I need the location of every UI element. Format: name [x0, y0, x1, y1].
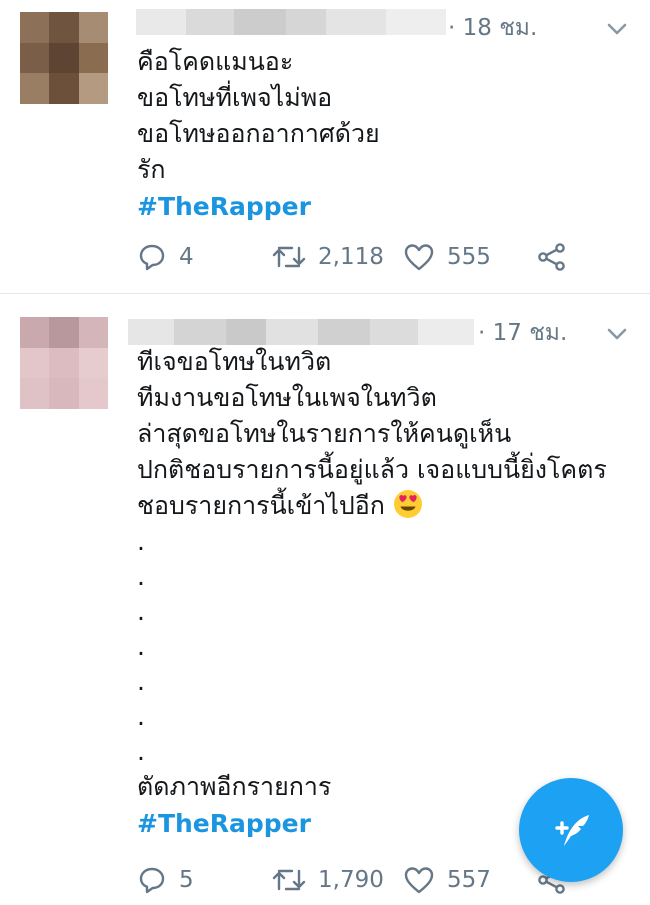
tweet-text-line: ชอบรายการนี้เข้าไปอีก — [137, 491, 385, 520]
tweet-actions: 4 2,118 555 — [137, 237, 607, 277]
compose-tweet-button[interactable] — [519, 778, 623, 882]
ellipsis-dot: . — [137, 632, 145, 661]
reply-icon — [139, 867, 165, 894]
tweet-text: ทีเจขอโทษในทวิต ทีมงานขอโทษในเพจในทวิต ล… — [137, 344, 607, 843]
compose-tweet-icon — [555, 815, 589, 846]
heart-icon — [404, 244, 434, 271]
retweet-count: 2,118 — [318, 244, 384, 270]
reply-button[interactable]: 5 — [137, 860, 194, 900]
reply-count: 4 — [179, 244, 194, 270]
heart-icon — [404, 867, 434, 894]
ellipsis-dot: . — [137, 702, 145, 731]
retweet-button[interactable]: 2,118 — [272, 237, 384, 277]
ellipsis-dot: . — [137, 527, 145, 556]
tweet-text-line: คือโคดแมนอะ — [137, 47, 294, 76]
heart-eyes-emoji — [393, 490, 422, 518]
retweet-count: 1,790 — [318, 867, 384, 893]
tweet-text-line-with-emoji: ชอบรายการนี้เข้าไปอีก — [137, 488, 607, 524]
like-count: 557 — [447, 867, 491, 893]
hashtag-link[interactable]: #TheRapper — [137, 188, 380, 226]
tweet[interactable]: · 18 ชม. คือโคดแมนอะ ขอโทษที่เพจไม่พอ ขอ… — [0, 0, 650, 293]
retweet-icon — [272, 869, 306, 891]
like-button[interactable]: 555 — [403, 237, 491, 277]
avatar[interactable] — [20, 12, 108, 104]
retweet-button[interactable]: 1,790 — [272, 860, 384, 900]
ellipsis-dot: . — [137, 737, 145, 766]
reply-icon — [139, 244, 165, 271]
share-button[interactable] — [537, 237, 567, 277]
tweet-text-line: ขอโทษที่เพจไม่พอ — [137, 83, 333, 112]
reply-button[interactable]: 4 — [137, 237, 194, 277]
tweet-text: คือโคดแมนอะ ขอโทษที่เพจไม่พอ ขอโทษออกอาก… — [137, 44, 380, 226]
tweet-text-line: ทีมงานขอโทษในเพจในทวิต — [137, 383, 437, 412]
username-blurred[interactable] — [128, 319, 474, 345]
share-icon — [538, 243, 565, 271]
ellipsis-dot: . — [137, 597, 145, 626]
tweet-text-line: รัก — [137, 155, 166, 184]
tweet-timestamp: · 18 ชม. — [448, 15, 538, 41]
chevron-down-icon[interactable] — [606, 323, 628, 345]
tweet-text-line: ขอโทษออกอากาศด้วย — [137, 119, 380, 148]
chevron-down-icon[interactable] — [606, 18, 628, 40]
tweet-text-line: ปกติชอบรายการนี้อยู่แล้ว เจอแบบนี้ยิ่งโค… — [137, 455, 607, 484]
avatar[interactable] — [20, 317, 108, 409]
username-blurred[interactable] — [136, 9, 446, 35]
ellipsis-dot: . — [137, 667, 145, 696]
reply-count: 5 — [179, 867, 194, 893]
like-count: 555 — [447, 244, 491, 270]
tweet-text-line: ล่าสุดขอโทษในรายการให้คนดูเห็น — [137, 419, 512, 448]
like-button[interactable]: 557 — [403, 860, 491, 900]
tweet-text-line: ทีเจขอโทษในทวิต — [137, 347, 332, 376]
ellipsis-dot: . — [137, 562, 145, 591]
retweet-icon — [272, 246, 306, 268]
